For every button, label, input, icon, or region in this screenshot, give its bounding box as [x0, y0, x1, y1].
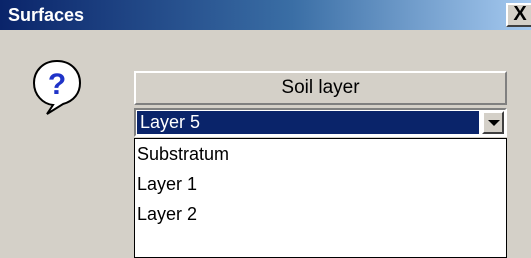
- list-item-substratum[interactable]: Substratum: [135, 139, 506, 169]
- window-title: Surfaces: [8, 5, 85, 25]
- close-icon: X: [513, 3, 527, 25]
- dropdown-selected-value: Layer 5: [137, 111, 479, 134]
- svg-text:?: ?: [48, 68, 66, 101]
- soil-layer-header: Soil layer: [134, 71, 507, 105]
- question-mark-balloon-icon: ?: [32, 59, 82, 115]
- layer-dropdown[interactable]: Layer 5: [134, 108, 507, 137]
- list-item-layer-1[interactable]: Layer 1: [135, 169, 506, 199]
- dropdown-arrow-button[interactable]: [482, 111, 504, 134]
- close-button[interactable]: X: [506, 3, 531, 27]
- title-bar[interactable]: Surfaces X: [0, 0, 531, 30]
- dropdown-list[interactable]: Substratum Layer 1 Layer 2: [134, 138, 507, 258]
- chevron-down-icon: [488, 120, 500, 126]
- list-item-layer-2[interactable]: Layer 2: [135, 199, 506, 229]
